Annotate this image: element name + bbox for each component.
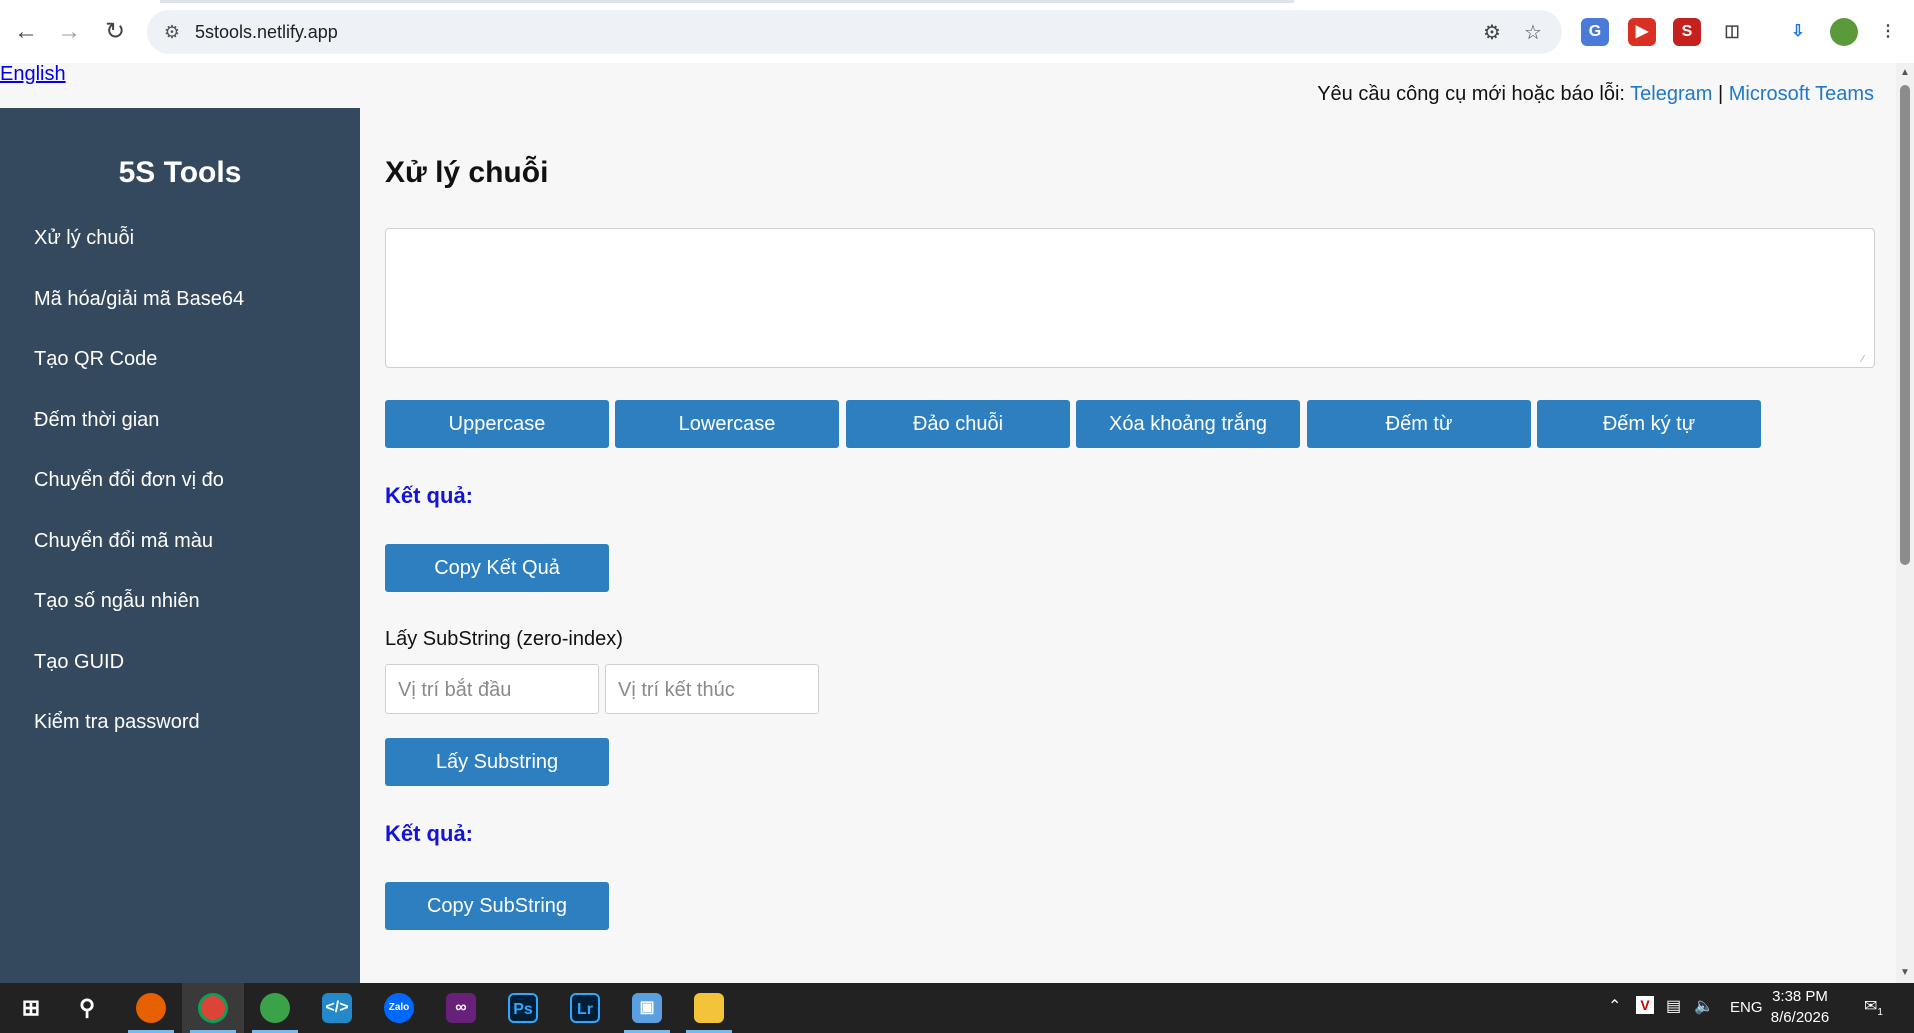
network-icon[interactable]: ▤ [1666,996,1681,1016]
address-bar[interactable]: ⚙ 5stools.netlify.app ⚙ ☆ [147,10,1562,54]
teams-link[interactable]: Microsoft Teams [1729,83,1874,105]
menu-kebab-icon[interactable]: ⋮ [1874,18,1902,46]
brand-title: 5S Tools [118,156,242,189]
reload-icon[interactable]: ↻ [99,16,131,48]
substring-result-label: Kết quả: [385,821,473,846]
tray-chevron-icon[interactable]: ⌃ [1608,996,1621,1016]
clock-date: 8/6/2026 [1770,1009,1830,1026]
extensions-puzzle-icon[interactable]: ◫ [1718,18,1746,46]
substring-label: Lấy SubString (zero-index) [385,628,623,650]
scroll-up-icon[interactable]: ▲ [1899,67,1911,78]
taskbar: ⊞ ⚲ </> Zalo ∞ Ps Lr ▣ ⌃ V ▤ 🔈 ENG 3:38 … [0,983,1914,1033]
page-viewport: English Yêu cầu công cụ mới hoặc báo lỗi… [0,63,1896,983]
lowercase-button[interactable]: Lowercase [615,400,839,448]
lightroom-icon[interactable]: Lr [554,983,616,1033]
sidebar: 5S Tools Xử lý chuỗi Mã hóa/giải mã Base… [0,108,360,983]
coccoc-icon[interactable] [244,983,306,1033]
windows-start-icon[interactable]: ⊞ [0,983,62,1033]
sidebar-item-timer[interactable]: Đếm thời gian [34,409,159,432]
get-substring-button[interactable]: Lấy Substring [385,738,609,786]
notification-icon[interactable]: ✉1 [1864,996,1883,1018]
page-scrollbar[interactable]: ▲ ▼ [1896,63,1914,983]
sidebar-item-string[interactable]: Xử lý chuỗi [34,227,134,250]
sidebar-item-random[interactable]: Tạo số ngẫu nhiên [34,590,200,613]
report-text: Yêu cầu công cụ mới hoặc báo lỗi: [1317,83,1625,105]
string-input-textarea[interactable]: ∕ [385,228,1875,368]
count-words-button[interactable]: Đếm từ [1307,400,1531,448]
browser-toolbar: ← → ↻ ⚙ 5stools.netlify.app ⚙ ☆ G ▶ S ◫ … [0,0,1914,63]
telegram-link[interactable]: Telegram [1630,83,1712,105]
system-clock[interactable]: 3:38 PM 8/6/2026 [1760,986,1840,1028]
visual-studio-icon[interactable]: ∞ [430,983,492,1033]
scroll-down-icon[interactable]: ▼ [1899,967,1911,978]
tab-strip [160,0,1294,3]
copy-substring-button[interactable]: Copy SubString [385,882,609,930]
avatar[interactable] [1830,18,1858,46]
file-explorer-icon[interactable] [678,983,740,1033]
translate-icon[interactable]: ⚙ [1480,21,1504,45]
back-icon[interactable]: ← [10,16,42,48]
notification-count: 1 [1877,1007,1883,1019]
sidebar-item-guid[interactable]: Tạo GUID [34,651,124,674]
firefox-icon[interactable] [120,983,182,1033]
forward-icon[interactable]: → [53,16,85,48]
scroll-thumb[interactable] [1900,85,1910,565]
volume-icon[interactable]: 🔈 [1694,996,1714,1016]
report-separator: | [1718,83,1724,105]
bookmark-star-icon[interactable]: ☆ [1521,21,1545,45]
reverse-button[interactable]: Đảo chuỗi [846,400,1070,448]
resize-grip-icon[interactable]: ∕ [1862,355,1872,365]
remote-desktop-icon[interactable]: ▣ [616,983,678,1033]
photoshop-icon[interactable]: Ps [492,983,554,1033]
antivirus-tray-icon[interactable]: V [1636,996,1654,1014]
end-index-input[interactable]: Vị trí kết thúc [605,664,819,714]
remove-spaces-button[interactable]: Xóa khoảng trắng [1076,400,1300,448]
language-link[interactable]: English [0,63,66,86]
language-indicator[interactable]: ENG [1730,999,1763,1016]
video-extension-icon[interactable]: ▶ [1628,18,1656,46]
chrome-icon[interactable] [182,983,244,1033]
page-title: Xử lý chuỗi [385,156,549,189]
sidebar-item-unit[interactable]: Chuyển đổi đơn vị đo [34,469,224,492]
count-chars-button[interactable]: Đếm ký tự [1537,400,1761,448]
sidebar-item-base64[interactable]: Mã hóa/giải mã Base64 [34,288,244,311]
site-info-icon[interactable]: ⚙ [161,21,183,43]
url-text[interactable]: 5stools.netlify.app [195,22,338,43]
vscode-icon[interactable]: </> [306,983,368,1033]
uppercase-button[interactable]: Uppercase [385,400,609,448]
result-label: Kết quả: [385,483,473,508]
copy-result-button[interactable]: Copy Kết Quả [385,544,609,592]
sidebar-item-color[interactable]: Chuyển đổi mã màu [34,530,213,553]
translate-extension-icon[interactable]: G [1581,18,1609,46]
report-bar: Yêu cầu công cụ mới hoặc báo lỗi: Telegr… [1317,83,1874,106]
clock-time: 3:38 PM [1772,988,1828,1005]
sidebar-item-password[interactable]: Kiểm tra password [34,711,200,734]
start-index-input[interactable]: Vị trí bắt đầu [385,664,599,714]
search-icon[interactable]: ⚲ [56,983,118,1033]
zalo-icon[interactable]: Zalo [368,983,430,1033]
download-icon[interactable]: ⇩ [1784,18,1812,46]
sidebar-item-qr[interactable]: Tạo QR Code [34,348,157,371]
seo-extension-icon[interactable]: S [1673,18,1701,46]
